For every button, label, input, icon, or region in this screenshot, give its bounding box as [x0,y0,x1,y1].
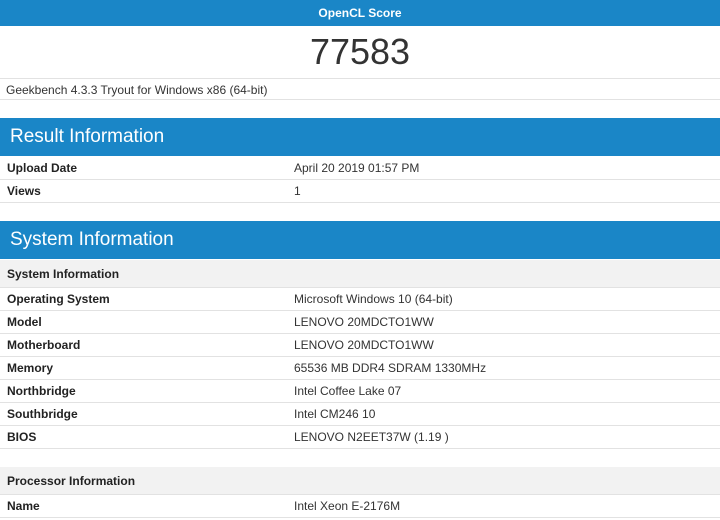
northbridge-value: Intel Coffee Lake 07 [294,384,402,398]
table-row: Model LENOVO 20MDCTO1WW [0,311,720,334]
motherboard-label: Motherboard [7,338,81,352]
operating-system-value: Microsoft Windows 10 (64-bit) [294,292,453,306]
views-label: Views [7,184,41,198]
northbridge-label: Northbridge [7,384,76,398]
system-information-header: System Information [0,221,720,259]
table-row: Motherboard LENOVO 20MDCTO1WW [0,334,720,357]
section-spacer [0,449,720,467]
opencl-score-value: 77583 [309,31,411,72]
processor-name-label: Name [7,499,40,513]
table-row: Northbridge Intel Coffee Lake 07 [0,380,720,403]
bios-value: LENOVO N2EET37W (1.19 ) [294,430,449,444]
processor-information-subheader: Processor Information [0,467,720,495]
system-information-subheader: System Information [0,260,720,288]
processor-name-value: Intel Xeon E-2176M [294,499,401,513]
benchmark-version-text: Geekbench 4.3.3 Tryout for Windows x86 (… [0,78,720,100]
upload-date-value: April 20 2019 01:57 PM [294,161,420,175]
table-row: Upload Date April 20 2019 01:57 PM [0,157,720,180]
southbridge-label: Southbridge [7,407,78,421]
memory-label: Memory [7,361,54,375]
table-row: Operating System Microsoft Windows 10 (6… [0,288,720,311]
southbridge-value: Intel CM246 10 [294,407,376,421]
result-information-header: Result Information [0,118,720,156]
bios-label: BIOS [7,430,37,444]
table-row: Views 1 [0,180,720,203]
views-value: 1 [294,184,301,198]
table-row: Southbridge Intel CM246 10 [0,403,720,426]
opencl-score-header: OpenCL Score [0,0,720,26]
table-row: BIOS LENOVO N2EET37W (1.19 ) [0,426,720,449]
table-row: Memory 65536 MB DDR4 SDRAM 1330MHz [0,357,720,380]
model-value: LENOVO 20MDCTO1WW [294,315,434,329]
model-label: Model [7,315,42,329]
table-row: Name Intel Xeon E-2176M [0,495,720,518]
motherboard-value: LENOVO 20MDCTO1WW [294,338,434,352]
upload-date-label: Upload Date [7,161,78,175]
memory-value: 65536 MB DDR4 SDRAM 1330MHz [294,361,487,375]
operating-system-label: Operating System [7,292,110,306]
